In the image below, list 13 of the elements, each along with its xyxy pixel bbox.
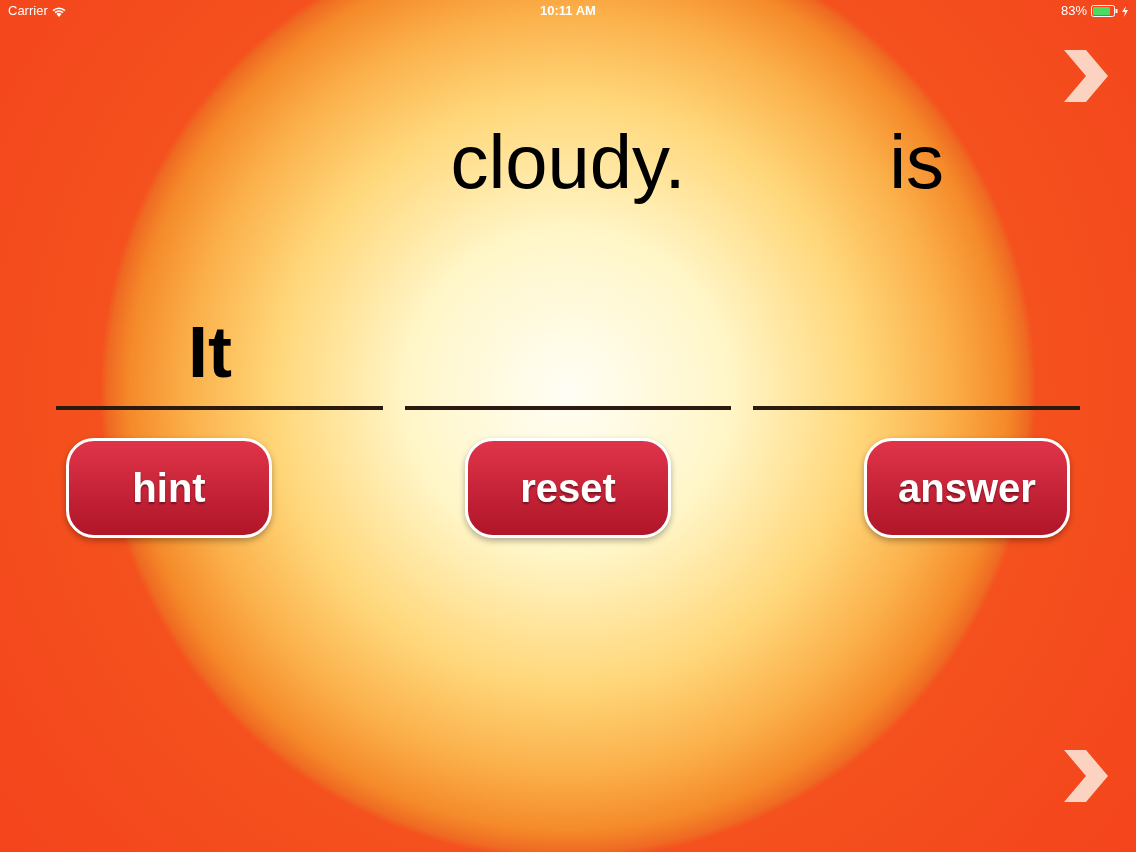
status-time: 10:11 AM [540,2,596,21]
battery-percent: 83% [1060,2,1087,21]
battery-icon [1091,5,1118,17]
action-button[interactable]: hint [66,438,272,538]
next-arrow-icon[interactable] [1062,750,1110,802]
action-button[interactable]: answer [864,438,1070,538]
wifi-icon [51,5,66,17]
action-button[interactable]: reset [465,438,671,538]
charging-bolt-icon [1122,5,1128,17]
next-arrow-icon[interactable] [1062,50,1110,102]
carrier-name: Carrier [8,2,48,21]
word-tile[interactable]: is [889,124,945,200]
answer-slot[interactable]: It [56,324,383,410]
